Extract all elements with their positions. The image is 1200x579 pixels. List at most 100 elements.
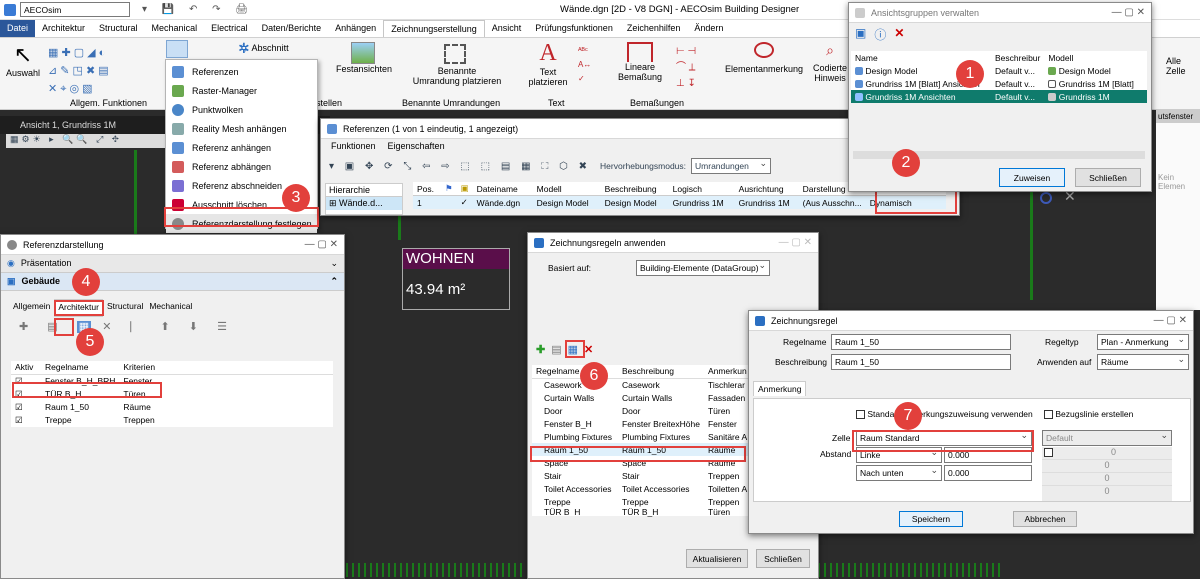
table-row[interactable]: ☑ Raum 1_50 Räume xyxy=(11,401,333,414)
workspace-select[interactable]: AECOsim xyxy=(20,2,130,17)
tab-daten-berichte[interactable]: Daten/Berichte xyxy=(255,20,329,37)
new-viewgroup-icon[interactable]: ▣ xyxy=(855,26,866,42)
tab-datei[interactable]: Datei xyxy=(0,20,36,37)
menu-item-referenzen[interactable]: Referenzen xyxy=(166,62,317,81)
nach-unten-select[interactable]: Nach unten xyxy=(856,465,942,481)
delete-icon[interactable]: ✕ xyxy=(584,343,593,356)
zuweisen-button[interactable]: Zuweisen xyxy=(999,168,1065,187)
gebaeude-section[interactable]: ▣ Gebäude ⌃ xyxy=(1,273,344,291)
toolbar-icons[interactable]: ▾ ▣ ✥ ⟳ ⤡ ⇦ ⇨ ⬚ ⬚ ▤ ▦ ⛶ ⬡ ✖ xyxy=(329,161,591,172)
window-controls[interactable]: — ▢ ✕ xyxy=(779,237,812,248)
window-controls[interactable]: — ▢ ✕ xyxy=(1154,315,1187,326)
bezugslinie-checkbox[interactable]: Bezugslinie erstellen xyxy=(1044,409,1133,420)
menu-eigenschaften[interactable]: Eigenschaften xyxy=(388,141,445,153)
praesentation-section[interactable]: ◉ Präsentation ⌄ xyxy=(1,255,344,273)
tab-electrical[interactable]: Electrical xyxy=(204,20,255,37)
checkbox[interactable] xyxy=(856,410,865,420)
tab-mechanical[interactable]: Mechanical xyxy=(147,299,194,317)
benannte-umrandung-button[interactable]: Benannte Umrandung platzieren xyxy=(404,66,510,86)
tab-allgemein[interactable]: Allgemein xyxy=(11,299,52,317)
step-badge-6: 6 xyxy=(580,362,608,390)
quick-access-toolbar[interactable]: ▾ 💾 ↶ ↷ 🖨 xyxy=(142,4,254,15)
view-icon xyxy=(855,67,863,76)
menu-item-referenz-abhaengen[interactable]: Referenz abhängen xyxy=(166,157,317,176)
tab-ansicht[interactable]: Ansicht xyxy=(485,20,529,37)
lineare-bemassung-button[interactable]: Lineare Bemaßung xyxy=(612,42,668,82)
sheet-icon xyxy=(1048,80,1057,89)
reference-icon xyxy=(172,65,184,78)
regelname-field[interactable]: Raum 1_50 xyxy=(831,334,1011,350)
regeltyp-label: Regeltyp xyxy=(1045,337,1079,347)
speichern-button[interactable]: Speichern xyxy=(899,511,963,527)
auswahl-button[interactable]: ↖ Auswahl xyxy=(6,42,40,78)
tab-mechanical[interactable]: Mechanical xyxy=(145,20,205,37)
checkbox[interactable] xyxy=(1044,410,1053,420)
menu-funktionen[interactable]: Funktionen xyxy=(331,141,376,153)
menu-item-punktwolken[interactable]: Punktwolken xyxy=(166,100,317,119)
view-toolbar[interactable]: ▦⚙☀ ▸ 🔍🔍 ⤢ ✥ xyxy=(6,134,166,148)
tab-architektur[interactable]: Architektur xyxy=(35,20,92,37)
window-controls[interactable]: — ▢ ✕ xyxy=(1112,7,1145,18)
ansichtsgruppen-toolbar[interactable]: ▣ ⓘ ✕ xyxy=(849,23,1151,45)
menu-item-reality-mesh[interactable]: Reality Mesh anhängen xyxy=(166,119,317,138)
step-badge-2: 2 xyxy=(892,149,920,177)
codierte-hinweis-button[interactable]: ⌕ Codierte Hinweis xyxy=(808,42,852,83)
add-icon[interactable]: ✚ xyxy=(536,343,545,356)
small-tools-grid[interactable]: ▦ ✚ ▢ ◢ ◐ ⊿ ✎ ◳ ✖ ▤ ✕ ⌖ ◎ ▧ xyxy=(48,44,158,98)
festansichten-button[interactable]: Festansichten xyxy=(336,42,392,74)
aktualisieren-button[interactable]: Aktualisieren xyxy=(686,549,748,568)
canvas-target-icon xyxy=(1040,192,1052,204)
standard-checkbox[interactable]: Standardanmerkungszuweisung verwenden xyxy=(856,409,1033,420)
spellcheck-icon[interactable]: ᴬᴮᶜ A↔ ✓ xyxy=(578,44,591,86)
group-label-bemassungen: Bemaßungen xyxy=(630,98,685,108)
ansichtsgruppen-titlebar: Ansichtsgruppen verwalten — ▢ ✕ xyxy=(849,3,1151,23)
rules-toolbar[interactable]: ✚ ▤ ▦ ✕ ⎸ ⬆ ⬇ ☰ xyxy=(1,317,344,337)
menu-item-raster-manager[interactable]: Raster-Manager xyxy=(166,81,317,100)
tab-aendern[interactable]: Ändern xyxy=(687,20,730,37)
beschreibung-field[interactable]: Raum 1_50 xyxy=(831,354,1011,370)
tab-anmerkung[interactable]: Anmerkung xyxy=(753,381,807,396)
view-icon xyxy=(855,80,863,89)
basiert-auf-select[interactable]: Building-Elemente (DataGroup) xyxy=(636,260,770,276)
step-badge-7: 7 xyxy=(894,402,922,430)
delete-icon[interactable]: ✕ xyxy=(894,26,904,42)
tab-anhaengen[interactable]: Anhängen xyxy=(328,20,383,37)
hervorhebungsmodus-select[interactable]: Umrandungen xyxy=(691,158,772,174)
table-row[interactable]: ☑ Treppe Treppen xyxy=(11,414,333,427)
alle-zelle-button[interactable]: Alle Zelle xyxy=(1166,56,1200,76)
dropdown-trigger-button[interactable] xyxy=(166,40,188,58)
tab-structural[interactable]: Structural xyxy=(105,299,145,317)
hierarchie-header: Hierarchie xyxy=(326,184,402,197)
group-label-stellen: stellen xyxy=(316,98,343,108)
hierarchie-tree-item[interactable]: ⊞ Wände.d... xyxy=(326,197,402,210)
nach-unten-value-field[interactable]: 0.000 xyxy=(944,465,1032,481)
gear-view-icon[interactable]: ✲ xyxy=(238,40,250,57)
dimension-icon xyxy=(627,42,653,62)
regeltyp-select[interactable]: Plan - Anmerkung xyxy=(1097,334,1189,350)
window-controls[interactable]: — ▢ ✕ xyxy=(305,239,338,250)
tab-structural[interactable]: Structural xyxy=(92,20,145,37)
schliessen-button[interactable]: Schließen xyxy=(1075,168,1141,187)
anwenden-auf-select[interactable]: Räume xyxy=(1097,354,1189,370)
table-row[interactable]: Design Model Default v... Design Model xyxy=(851,64,1147,77)
highlight-edit-rule-button xyxy=(565,340,585,358)
abbrechen-button[interactable]: Abbrechen xyxy=(1013,511,1077,527)
tab-pruefungsfunktionen[interactable]: Prüfungsfunktionen xyxy=(528,20,620,37)
text-platzieren-button[interactable]: A Text platzieren xyxy=(526,40,570,87)
tab-zeichnungserstellung[interactable]: Zeichnungserstellung xyxy=(383,20,485,37)
display-window-icon xyxy=(7,239,17,250)
side-panel-text: Kein Elemen xyxy=(1158,173,1186,191)
table-row[interactable]: 1 ✓ Wände.dgn Design Model Design Model … xyxy=(413,195,946,209)
table-row[interactable]: Grundriss 1M [Blatt] Ansichten Default v… xyxy=(851,77,1147,90)
group-label-allgem: Allgem. Funktionen xyxy=(70,98,148,108)
copy-icon[interactable]: ▤ xyxy=(551,343,561,356)
schliessen-button[interactable]: Schließen xyxy=(756,549,810,568)
text-a-icon: A xyxy=(539,40,557,66)
menu-item-referenz-anhaengen[interactable]: Referenz anhängen xyxy=(166,138,317,157)
tab-zeichenhilfen[interactable]: Zeichenhilfen xyxy=(620,20,688,37)
elementanmerkung-button[interactable]: Elementanmerkung xyxy=(722,42,806,74)
info-icon[interactable]: ⓘ xyxy=(874,26,886,42)
table-row[interactable]: Grundriss 1M Ansichten Default v... Grun… xyxy=(851,90,1147,103)
dimension-tools[interactable]: ⊢ ⊣ ⌒ ⟂ ⊥ ↧ xyxy=(676,44,696,92)
ansichtsgruppen-header-row: Name Beschreibur Modell xyxy=(855,52,1074,63)
